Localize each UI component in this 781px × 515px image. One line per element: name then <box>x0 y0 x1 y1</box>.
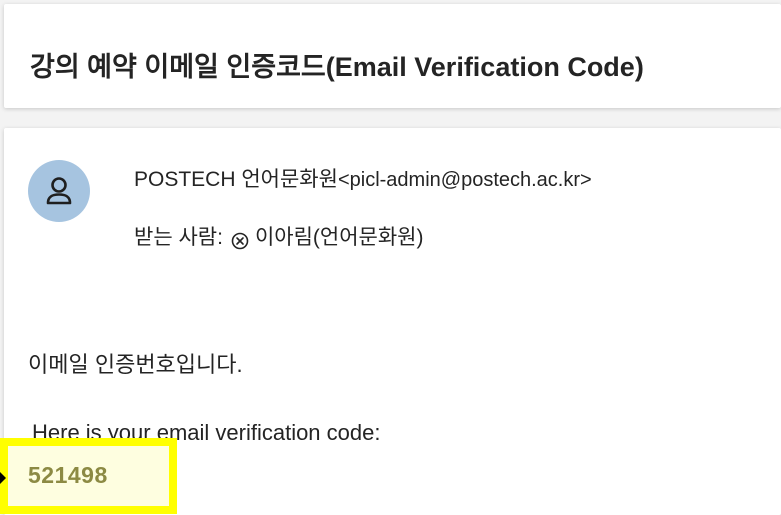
verification-code-highlight: 521498 <box>0 438 177 514</box>
sender-address: <picl-admin@postech.ac.kr> <box>337 169 592 191</box>
body-heading: 이메일 인증번호입니다. <box>28 352 243 377</box>
subject-header: 강의 예약 이메일 인증코드(Email Verification Code) <box>4 4 781 108</box>
email-subject: 강의 예약 이메일 인증코드(Email Verification Code) <box>30 52 644 82</box>
recipients-label: 받는 사람: <box>134 226 223 249</box>
circle-x-icon[interactable] <box>231 230 249 250</box>
sender-name: POSTECH 언어문화원 <box>134 168 338 191</box>
recipient-name[interactable]: 이아림(언어문화원) <box>255 224 424 252</box>
mouse-cursor-icon <box>0 472 6 484</box>
verification-code: 521498 <box>28 462 108 488</box>
sender-line[interactable]: POSTECH 언어문화원<picl-admin@postech.ac.kr> <box>134 166 592 194</box>
recipients-line: 받는 사람: 이아림(언어문화원) <box>134 224 424 252</box>
person-icon <box>46 177 72 205</box>
sender-avatar[interactable] <box>28 160 90 222</box>
